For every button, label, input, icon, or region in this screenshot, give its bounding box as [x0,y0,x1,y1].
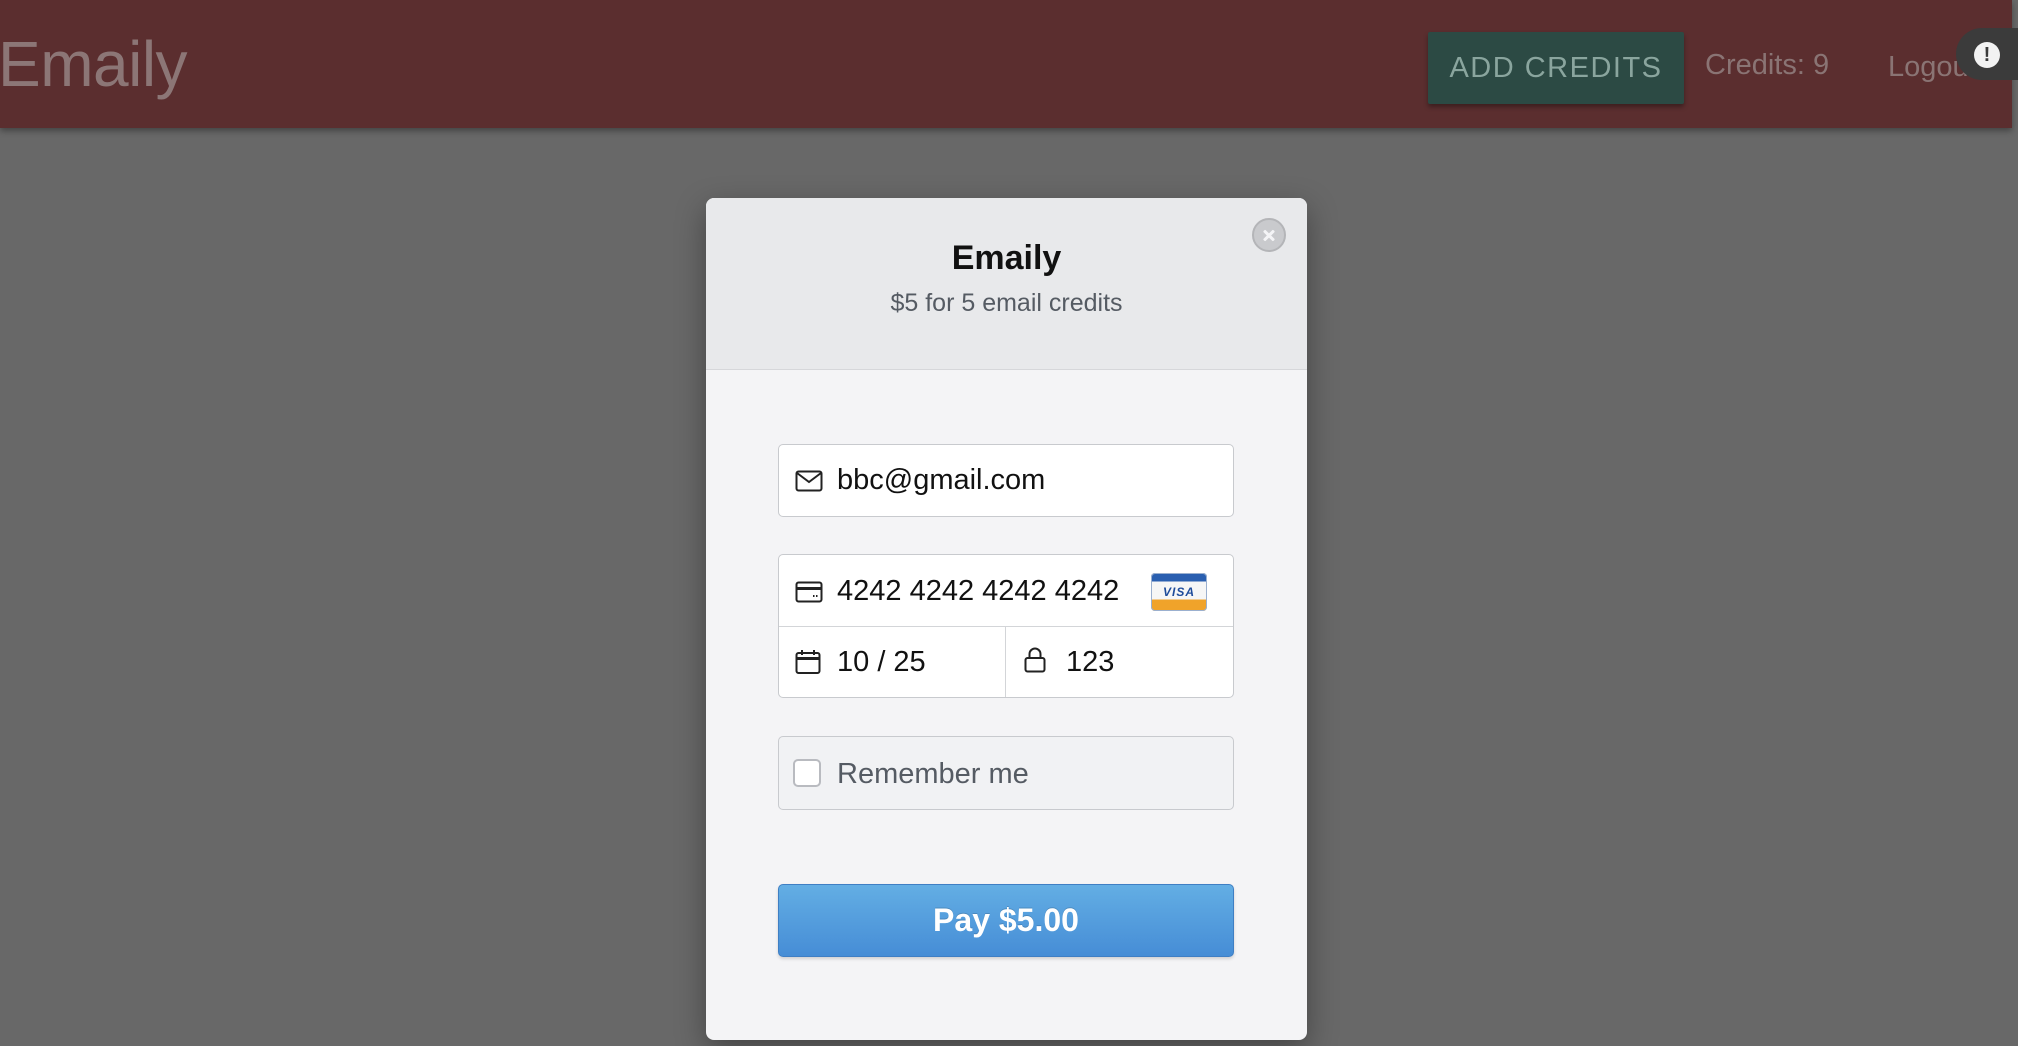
expiry-field[interactable]: 10 / 25 [779,627,1006,697]
lock-icon [1024,647,1046,673]
calendar-icon [795,650,821,674]
modal-header: Emaily $5 for 5 email credits [706,198,1307,370]
cvc-field[interactable]: 123 [1006,627,1233,697]
checkout-modal: Emaily $5 for 5 email credits bbc@gmail.… [706,198,1307,1040]
pay-button[interactable]: Pay $5.00 [778,884,1234,957]
credit-card-icon [795,581,823,603]
brand-logo[interactable]: Emaily [0,28,188,100]
alert-icon[interactable]: ! [1974,42,2000,68]
modal-description: $5 for 5 email credits [890,289,1123,317]
card-details-group: 4242 4242 4242 4242 VISA 10 / 25 123 [778,554,1234,698]
credits-count: Credits: 9 [1705,49,1830,81]
card-number-field[interactable]: 4242 4242 4242 4242 VISA [779,555,1233,627]
close-icon[interactable] [1252,218,1286,252]
navbar: Emaily ADD CREDITS Credits: 9 Logout [0,0,2012,128]
add-credits-button[interactable]: ADD CREDITS [1428,32,1684,104]
email-value: bbc@gmail.com [837,464,1046,496]
remember-me-checkbox[interactable] [793,759,821,787]
card-number-value: 4242 4242 4242 4242 [837,575,1120,607]
expiry-value: 10 / 25 [837,646,926,678]
visa-icon: VISA [1151,573,1207,611]
envelope-icon [795,470,823,492]
remember-me-row[interactable]: Remember me [778,736,1234,810]
email-field[interactable]: bbc@gmail.com [778,444,1234,517]
cvc-value: 123 [1066,646,1115,678]
modal-title: Emaily [951,239,1062,277]
remember-me-label[interactable]: Remember me [837,757,1029,791]
